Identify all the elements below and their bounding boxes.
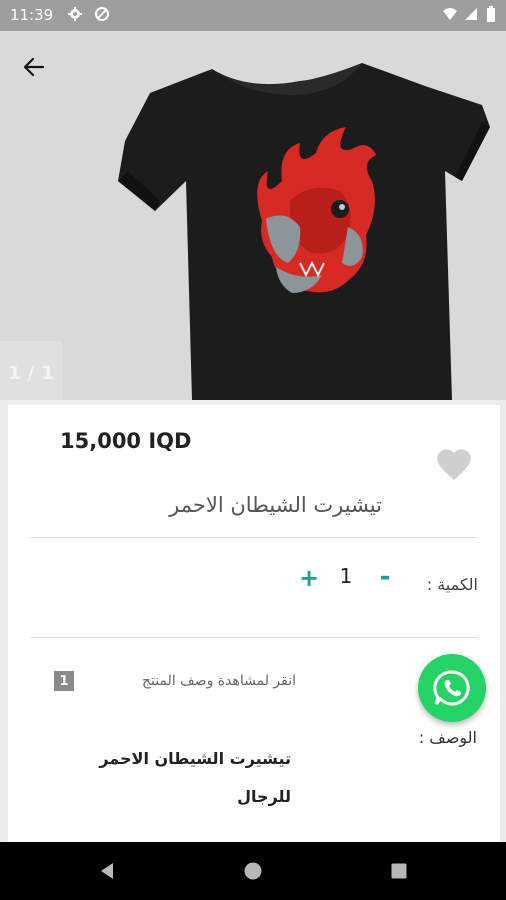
description-line: تيشيرت الشيطان الاحمر bbox=[99, 749, 291, 768]
product-price: 15,000 IQD bbox=[60, 429, 192, 453]
battery-icon bbox=[487, 6, 495, 22]
square-recents-icon bbox=[391, 863, 407, 879]
divider bbox=[30, 637, 478, 638]
product-image bbox=[118, 63, 490, 400]
quantity-label: الكمية : bbox=[426, 575, 478, 594]
increase-quantity-button[interactable]: + bbox=[297, 564, 321, 592]
nav-back-button[interactable] bbox=[95, 859, 119, 883]
nav-home-button[interactable] bbox=[241, 859, 265, 883]
description-label: الوصف : bbox=[418, 728, 477, 747]
circle-home-icon bbox=[244, 862, 262, 880]
status-bar: 11:39 bbox=[0, 0, 506, 31]
show-description-link[interactable]: انقر لمشاهدة وصف المنتج bbox=[142, 673, 296, 689]
back-button[interactable] bbox=[16, 49, 52, 85]
status-time: 11:39 bbox=[10, 6, 54, 24]
heart-icon bbox=[437, 449, 471, 480]
divider bbox=[30, 537, 478, 538]
wifi-icon bbox=[443, 8, 457, 20]
system-navigation-bar bbox=[0, 842, 506, 900]
whatsapp-button[interactable] bbox=[418, 654, 486, 722]
settings-icon bbox=[68, 7, 82, 21]
signal-icon bbox=[465, 8, 477, 20]
quantity-value: 1 bbox=[339, 564, 353, 588]
decrease-quantity-button[interactable]: - bbox=[373, 562, 397, 592]
description-badge: 1 bbox=[54, 671, 74, 691]
product-title: تيشيرت الشيطان الاحمر bbox=[169, 493, 382, 517]
description-line: للرجال bbox=[237, 787, 291, 806]
whatsapp-icon bbox=[433, 670, 470, 706]
arrow-left-icon bbox=[23, 57, 45, 77]
data-saver-icon bbox=[95, 7, 109, 21]
product-details-card: 15,000 IQD تيشيرت الشيطان الاحمر الكمية … bbox=[8, 405, 500, 842]
nav-recents-button[interactable] bbox=[387, 859, 411, 883]
triangle-back-icon bbox=[101, 863, 113, 879]
product-image-gallery[interactable]: 1 / 1 bbox=[0, 31, 506, 400]
favorite-button[interactable] bbox=[434, 445, 474, 485]
image-counter: 1 / 1 bbox=[0, 341, 62, 400]
